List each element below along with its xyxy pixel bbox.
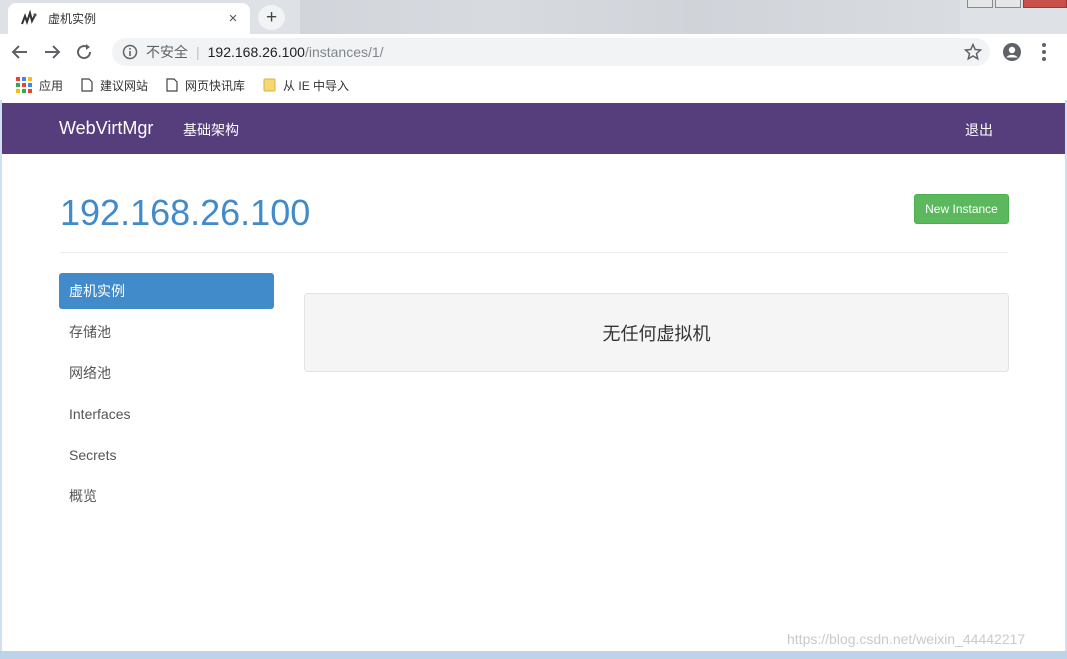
sidebar-item-instances[interactable]: 虚机实例 <box>59 273 274 309</box>
sidebar-item-secrets[interactable]: Secrets <box>59 437 274 473</box>
top-navbar: WebVirtMgr 基础架构 退出 <box>2 103 1065 154</box>
security-label: 不安全 <box>146 44 188 60</box>
new-tab-button[interactable]: + <box>258 5 285 30</box>
page-content: WebVirtMgr 基础架构 退出 192.168.26.100 New In… <box>2 100 1065 651</box>
reload-button[interactable] <box>70 38 98 66</box>
tab-strip-background <box>300 0 960 34</box>
minimize-button[interactable] <box>967 0 993 8</box>
bookmark-label: 从 IE 中导入 <box>283 78 350 93</box>
desktop-bottom-strip <box>0 651 1067 659</box>
close-window-button[interactable] <box>1023 0 1067 8</box>
sidebar-item-networks[interactable]: 网络池 <box>59 355 274 391</box>
back-arrow-icon <box>11 45 27 59</box>
empty-instances-message: 无任何虚拟机 <box>304 293 1009 372</box>
nav-infrastructure-link[interactable]: 基础架构 <box>183 120 239 140</box>
sidebar-item-overview[interactable]: 概览 <box>59 478 274 514</box>
back-button[interactable] <box>6 38 34 66</box>
bookmark-star-icon[interactable] <box>964 43 982 61</box>
bookmark-label: 建议网站 <box>100 78 149 93</box>
reload-icon <box>77 44 92 60</box>
apps-grid-icon <box>16 77 32 93</box>
brand-link[interactable]: WebVirtMgr <box>59 118 153 139</box>
forward-button[interactable] <box>38 38 66 66</box>
bookmark-apps[interactable]: 应用 <box>16 77 63 94</box>
address-separator: | <box>196 44 200 60</box>
bookmark-label: 网页快讯库 <box>185 78 246 93</box>
logout-link[interactable]: 退出 <box>965 120 993 140</box>
window-controls <box>965 0 1067 8</box>
new-instance-button[interactable]: New Instance <box>914 194 1009 224</box>
header-divider <box>60 252 1008 253</box>
address-bar[interactable]: 不安全 | 192.168.26.100 /instances/1/ <box>112 38 990 66</box>
tab-close-icon[interactable]: × <box>224 10 242 28</box>
favicon-icon <box>20 9 38 28</box>
page-icon <box>81 78 93 92</box>
url-host: 192.168.26.100 <box>207 44 305 60</box>
bookmark-web-slices[interactable]: 网页快讯库 <box>166 77 245 94</box>
page-icon <box>166 78 178 92</box>
folder-icon <box>263 78 276 92</box>
browser-toolbar: 不安全 | 192.168.26.100 /instances/1/ <box>0 34 1067 70</box>
forward-arrow-icon <box>45 45 61 59</box>
sidebar-item-storage[interactable]: 存储池 <box>59 314 274 350</box>
page-title: 192.168.26.100 <box>60 192 311 233</box>
bookmark-import-ie[interactable]: 从 IE 中导入 <box>263 77 349 94</box>
watermark-text: https://blog.csdn.net/weixin_44442217 <box>787 631 1026 647</box>
sidebar-nav: 虚机实例 存储池 网络池 Interfaces Secrets 概览 <box>59 273 274 519</box>
bookmark-label: 应用 <box>39 78 64 93</box>
browser-menu-icon[interactable] <box>1036 42 1052 62</box>
bookmark-suggested-sites[interactable]: 建议网站 <box>81 77 148 94</box>
browser-tab[interactable]: 虚机实例 × <box>8 3 250 34</box>
bookmarks-bar: 应用 建议网站 网页快讯库 从 IE 中导入 <box>0 70 1067 100</box>
url-path: /instances/1/ <box>304 44 384 60</box>
info-icon[interactable] <box>122 44 138 60</box>
maximize-button[interactable] <box>995 0 1021 8</box>
tab-strip: 虚机实例 × + <box>0 0 1067 34</box>
sidebar-item-interfaces[interactable]: Interfaces <box>59 396 274 432</box>
account-icon[interactable] <box>1002 42 1022 62</box>
tab-title: 虚机实例 <box>48 12 97 26</box>
